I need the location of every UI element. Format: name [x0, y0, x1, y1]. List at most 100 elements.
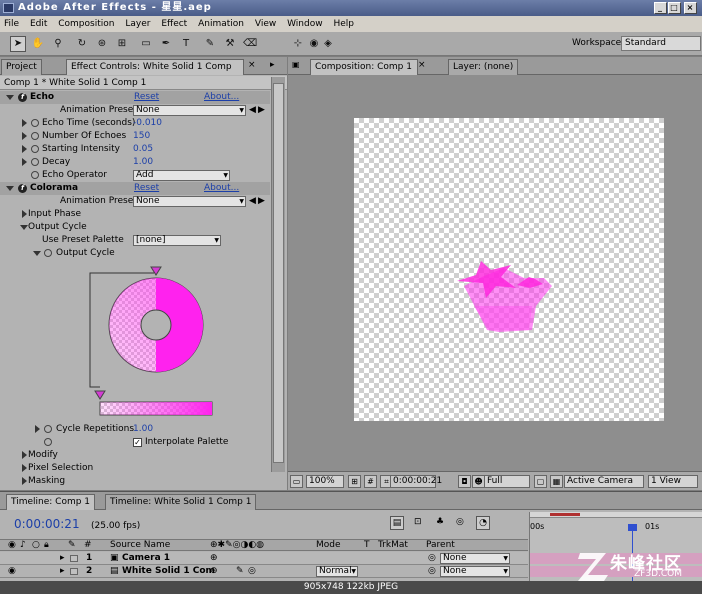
number-of-echoes-value[interactable]: 150 [133, 130, 150, 143]
expand-triangle-icon[interactable] [22, 158, 27, 166]
minimize-button[interactable]: _ [654, 2, 667, 14]
expand-triangle-icon[interactable] [6, 186, 14, 191]
work-area-bar[interactable] [530, 512, 702, 518]
lock-icon[interactable]: ▣ [292, 60, 300, 69]
time-indicator-head[interactable] [628, 524, 637, 531]
grid-icon[interactable]: # [364, 475, 377, 488]
echo-about-link[interactable]: About... [204, 91, 239, 104]
clone-stamp-tool-icon[interactable]: ⚒ [222, 36, 238, 52]
maximize-button[interactable]: □ [668, 2, 681, 14]
stopwatch-icon[interactable] [31, 132, 39, 140]
current-time-display[interactable]: 0:00:00:21 [14, 517, 80, 531]
motion-blur-switch-icon[interactable]: ◎ [248, 565, 256, 578]
prev-preset-icon[interactable]: ◀ [249, 104, 256, 117]
fx-icon[interactable]: f [18, 93, 27, 102]
layer-name[interactable]: Camera 1 [122, 552, 170, 565]
tab-effect-controls[interactable]: Effect Controls: White Solid 1 Comp 1 [66, 59, 244, 86]
hand-tool-icon[interactable]: ✋ [30, 36, 46, 52]
source-name-header[interactable]: Source Name [110, 540, 170, 550]
stopwatch-icon[interactable] [31, 171, 39, 179]
parent-select[interactable]: None [440, 553, 510, 564]
pan-behind-tool-icon[interactable]: ⊞ [114, 36, 130, 52]
expand-triangle-icon[interactable] [22, 464, 27, 472]
layer-shy-icon[interactable]: ⊕ [210, 552, 218, 565]
composition-viewer[interactable] [354, 118, 664, 421]
menu-edit[interactable]: Edit [26, 16, 51, 32]
rectangle-mask-tool-icon[interactable]: ▭ [138, 36, 154, 52]
layer-name[interactable]: White Solid 1 Com [122, 565, 215, 578]
type-tool-icon[interactable]: T [178, 36, 194, 52]
snapshot-camera-icon[interactable]: ◘ [458, 475, 471, 488]
expand-triangle-icon[interactable] [22, 145, 27, 153]
close-button[interactable]: × [684, 2, 697, 14]
shy-layers-icon[interactable]: ◎ [456, 517, 464, 527]
solo-switch-icon[interactable]: ○ [32, 540, 40, 550]
prev-preset-icon[interactable]: ◀ [249, 195, 256, 208]
colorama-presets-select[interactable]: None [133, 196, 246, 207]
menu-window[interactable]: Window [283, 16, 327, 32]
output-cycle-wheel[interactable] [86, 265, 226, 420]
pixel-selection-row[interactable]: Pixel Selection [0, 462, 270, 475]
stopwatch-icon[interactable] [44, 249, 52, 257]
input-phase-row[interactable]: Input Phase [0, 208, 270, 221]
scrollbar-thumb[interactable] [273, 83, 284, 463]
stopwatch-icon[interactable] [31, 145, 39, 153]
fx-icon[interactable]: f [18, 184, 27, 193]
tab-timeline-white-solid[interactable]: Timeline: White Solid 1 Comp 1 [105, 494, 257, 510]
interpolate-palette-checkbox[interactable]: ✓ [133, 438, 142, 447]
menu-view[interactable]: View [251, 16, 280, 32]
menu-file[interactable]: File [0, 16, 23, 32]
selection-tool-icon[interactable]: ➤ [10, 36, 26, 52]
expand-triangle-icon[interactable] [22, 210, 27, 218]
expand-triangle-icon[interactable]: ▸ [60, 552, 65, 565]
eraser-tool-icon[interactable]: ⌫ [242, 36, 258, 52]
region-of-interest-icon[interactable]: ▢ [534, 475, 547, 488]
output-cycle-row[interactable]: Output Cycle [0, 221, 270, 234]
camera-view-select[interactable]: Active Camera [564, 475, 644, 488]
stopwatch-icon[interactable] [44, 425, 52, 433]
expand-triangle-icon[interactable] [6, 95, 14, 100]
expand-triangle-icon[interactable] [22, 477, 27, 485]
menu-help[interactable]: Help [329, 16, 358, 32]
zoom-tool-icon[interactable]: ⚲ [50, 36, 66, 52]
stopwatch-icon[interactable] [31, 158, 39, 166]
mode-header[interactable]: Mode [316, 540, 341, 550]
lock-switch-icon[interactable]: 🔒︎ [44, 540, 49, 550]
workspace-select[interactable]: Standard [621, 36, 701, 51]
expand-triangle-icon[interactable] [35, 425, 40, 433]
video-switch-icon[interactable]: ◉ [8, 540, 16, 550]
expand-triangle-icon[interactable] [22, 119, 27, 127]
safe-zones-icon[interactable]: ⊞ [348, 475, 361, 488]
video-eye-icon[interactable]: ◉ [8, 565, 16, 578]
tab-project[interactable]: Project [1, 59, 42, 75]
cycle-repetitions-value[interactable]: 1.00 [133, 423, 153, 436]
motion-blur-icon[interactable]: ◔ [476, 516, 490, 530]
parent-pickwhip-icon[interactable]: ◎ [428, 552, 436, 565]
colorama-reset-link[interactable]: Reset [134, 182, 159, 195]
next-preset-icon[interactable]: ▶ [258, 104, 265, 117]
menu-layer[interactable]: Layer [121, 16, 154, 32]
tab-composition[interactable]: Composition: Comp 1 [310, 59, 418, 75]
masking-row[interactable]: Masking [0, 475, 270, 488]
label-color-chip[interactable] [70, 555, 78, 562]
label-color-chip[interactable] [70, 568, 78, 575]
echo-time-value[interactable]: -0.010 [133, 117, 162, 130]
zoom-select[interactable]: 100% [306, 475, 344, 488]
stopwatch-icon[interactable] [31, 119, 39, 127]
tab-timeline-comp1[interactable]: Timeline: Comp 1 [6, 494, 96, 510]
echo-operator-select[interactable]: Add [133, 170, 230, 181]
effect-controls-scrollbar[interactable] [271, 77, 285, 472]
expand-triangle-icon[interactable]: ▸ [60, 565, 65, 578]
expand-triangle-icon[interactable] [22, 132, 27, 140]
tab-close-icon[interactable]: × [248, 60, 256, 70]
resolution-select[interactable]: Full [484, 475, 530, 488]
layer-row[interactable]: ▸ 1 ▣ Camera 1 ⊕ ◎ None [0, 552, 528, 565]
menu-composition[interactable]: Composition [54, 16, 118, 32]
menu-effect[interactable]: Effect [157, 16, 191, 32]
layer-row[interactable]: ◉ ▸ 2 ▤ White Solid 1 Com ⊕ ✎ ◎ Normal ◎… [0, 565, 528, 578]
layer-shy-icon[interactable]: ⊕ [210, 565, 218, 578]
transparency-grid-icon[interactable]: ▦ [550, 475, 563, 488]
rotate-tool-icon[interactable]: ↻ [74, 36, 90, 52]
expand-triangle-icon[interactable] [22, 451, 27, 459]
axis-mode-icon[interactable]: ⊹ [290, 36, 306, 52]
